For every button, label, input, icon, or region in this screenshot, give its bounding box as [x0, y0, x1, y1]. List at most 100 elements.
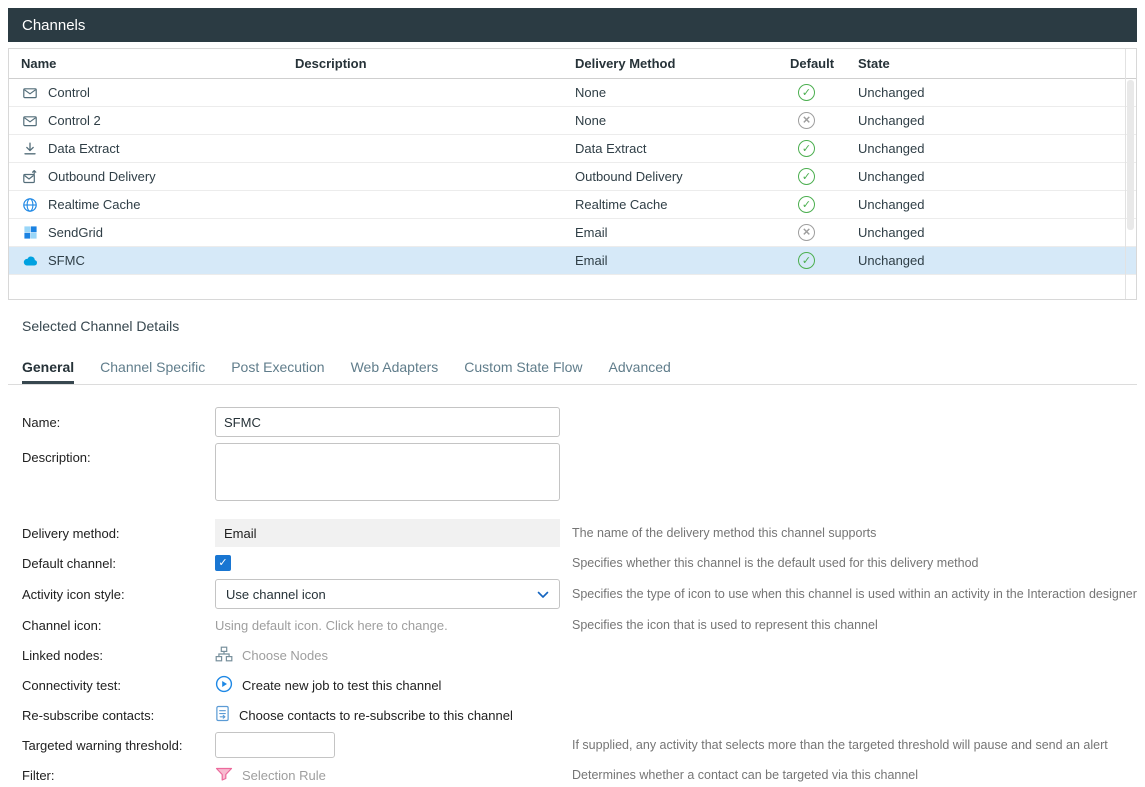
- targeted-warning-input[interactable]: [215, 732, 335, 758]
- targeted-warning-label: Targeted warning threshold:: [22, 738, 215, 753]
- selection-rule-text: Selection Rule: [242, 768, 326, 783]
- activity-icon-style-label: Activity icon style:: [22, 587, 215, 602]
- channel-delivery-method: None: [563, 85, 778, 100]
- channel-state: Unchanged: [846, 169, 956, 184]
- default-channel-checkbox[interactable]: [215, 555, 231, 571]
- filter-icon: [215, 767, 233, 784]
- channel-state: Unchanged: [846, 113, 956, 128]
- selected-channel-details: Selected Channel Details General Channel…: [8, 300, 1137, 787]
- tab-web-adapters[interactable]: Web Adapters: [351, 354, 439, 384]
- table-row[interactable]: SendGrid Email Unchanged: [9, 219, 1136, 247]
- details-title: Selected Channel Details: [8, 300, 1137, 354]
- selection-rule-button[interactable]: Selection Rule: [215, 767, 326, 784]
- channel-icon-row: Channel icon: Using default icon. Click …: [22, 611, 1137, 639]
- table-row[interactable]: Realtime Cache Realtime Cache Unchanged: [9, 191, 1136, 219]
- channel-icon-change-link[interactable]: Using default icon. Click here to change…: [215, 618, 448, 633]
- column-header-state: State: [846, 56, 956, 71]
- table-row[interactable]: Control None Unchanged: [9, 79, 1136, 107]
- panel-title: Channels: [22, 17, 85, 34]
- filter-row: Filter: Selection Rule Determines whethe…: [22, 761, 1137, 787]
- choose-resubscribe-contacts-button[interactable]: Choose contacts to re-subscribe to this …: [215, 705, 513, 725]
- name-row: Name:: [22, 407, 1137, 437]
- connectivity-test-row: Connectivity test: Create new job to tes…: [22, 671, 1137, 699]
- linked-nodes-label: Linked nodes:: [22, 648, 215, 663]
- tab-post-execution[interactable]: Post Execution: [231, 354, 324, 384]
- default-status-icon: [798, 112, 815, 129]
- resubscribe-row: Re-subscribe contacts: Choose contacts t…: [22, 701, 1137, 729]
- channel-name: Realtime Cache: [48, 197, 141, 212]
- play-icon: [215, 675, 233, 696]
- channel-state: Unchanged: [846, 141, 956, 156]
- field-help: Specifies the icon that is used to repre…: [572, 618, 878, 632]
- default-status-icon: [798, 196, 815, 213]
- targeted-warning-row: Targeted warning threshold: If supplied,…: [22, 731, 1137, 759]
- column-header-name: Name: [9, 56, 283, 71]
- field-help: Determines whether a contact can be targ…: [572, 768, 918, 782]
- download-icon: [21, 141, 39, 157]
- default-status-icon: [798, 140, 815, 157]
- description-input[interactable]: [215, 443, 560, 501]
- channel-name: Control 2: [48, 113, 101, 128]
- filter-label: Filter:: [22, 768, 215, 783]
- channel-name: Control: [48, 85, 90, 100]
- name-label: Name:: [22, 415, 215, 430]
- tab-advanced[interactable]: Advanced: [609, 354, 671, 384]
- nodes-icon: [215, 646, 233, 665]
- general-tab-form: Name: Description: Delivery method: Emai…: [8, 385, 1137, 787]
- channel-name: Data Extract: [48, 141, 120, 156]
- panel-header: Channels: [8, 8, 1137, 42]
- tab-channel-specific[interactable]: Channel Specific: [100, 354, 205, 384]
- field-help: Specifies the type of icon to use when t…: [572, 587, 1137, 601]
- default-channel-label: Default channel:: [22, 556, 215, 571]
- default-status-icon: [798, 168, 815, 185]
- default-status-icon: [798, 84, 815, 101]
- activity-icon-style-row: Activity icon style: Use channel icon Sp…: [22, 579, 1137, 609]
- chevron-down-icon: [537, 587, 549, 602]
- choose-nodes-button[interactable]: Choose Nodes: [215, 646, 328, 665]
- tab-general[interactable]: General: [22, 354, 74, 384]
- choose-nodes-text: Choose Nodes: [242, 648, 328, 663]
- description-label: Description:: [22, 443, 215, 465]
- table-row[interactable]: Control 2 None Unchanged: [9, 107, 1136, 135]
- channels-table: Name Description Delivery Method Default…: [8, 48, 1137, 300]
- channel-delivery-method: Email: [563, 253, 778, 268]
- name-input[interactable]: [215, 407, 560, 437]
- table-row-selected[interactable]: SFMC Email Unchanged: [9, 247, 1136, 275]
- channel-name: SFMC: [48, 253, 85, 268]
- cloud-icon: [21, 253, 39, 269]
- resubscribe-contacts-icon: [215, 705, 230, 725]
- channel-state: Unchanged: [846, 197, 956, 212]
- default-status-icon: [798, 224, 815, 241]
- activity-icon-style-select[interactable]: Use channel icon: [215, 579, 560, 609]
- delivery-method-label: Delivery method:: [22, 526, 215, 541]
- tab-custom-state-flow[interactable]: Custom State Flow: [464, 354, 582, 384]
- channel-delivery-method: Realtime Cache: [563, 197, 778, 212]
- default-channel-row: Default channel: Specifies whether this …: [22, 549, 1137, 577]
- delivery-method-row: Delivery method: Email The name of the d…: [22, 519, 1137, 547]
- scrollbar-thumb[interactable]: [1127, 80, 1134, 230]
- select-value: Use channel icon: [226, 587, 326, 602]
- table-row[interactable]: Outbound Delivery Outbound Delivery Unch…: [9, 163, 1136, 191]
- field-help: The name of the delivery method this cha…: [572, 526, 876, 540]
- delivery-method-value: Email: [215, 519, 560, 547]
- resubscribe-label: Re-subscribe contacts:: [22, 708, 215, 723]
- outbound-mail-icon: [21, 169, 39, 185]
- channel-state: Unchanged: [846, 85, 956, 100]
- table-header-row: Name Description Delivery Method Default…: [9, 49, 1136, 79]
- channel-name: Outbound Delivery: [48, 169, 156, 184]
- table-row[interactable]: Data Extract Data Extract Unchanged: [9, 135, 1136, 163]
- mail-icon: [21, 113, 39, 129]
- choose-resubscribe-contacts-text: Choose contacts to re-subscribe to this …: [239, 708, 513, 723]
- channel-delivery-method: None: [563, 113, 778, 128]
- create-test-job-text: Create new job to test this channel: [242, 678, 441, 693]
- default-status-icon: [798, 252, 815, 269]
- sendgrid-icon: [21, 225, 39, 240]
- linked-nodes-row: Linked nodes: Choose Nodes: [22, 641, 1137, 669]
- channel-delivery-method: Email: [563, 225, 778, 240]
- scrollbar-track[interactable]: [1125, 49, 1126, 299]
- channel-name: SendGrid: [48, 225, 103, 240]
- description-row: Description:: [22, 443, 1137, 501]
- channel-state: Unchanged: [846, 253, 956, 268]
- channel-icon-label: Channel icon:: [22, 618, 215, 633]
- create-test-job-button[interactable]: Create new job to test this channel: [215, 675, 441, 696]
